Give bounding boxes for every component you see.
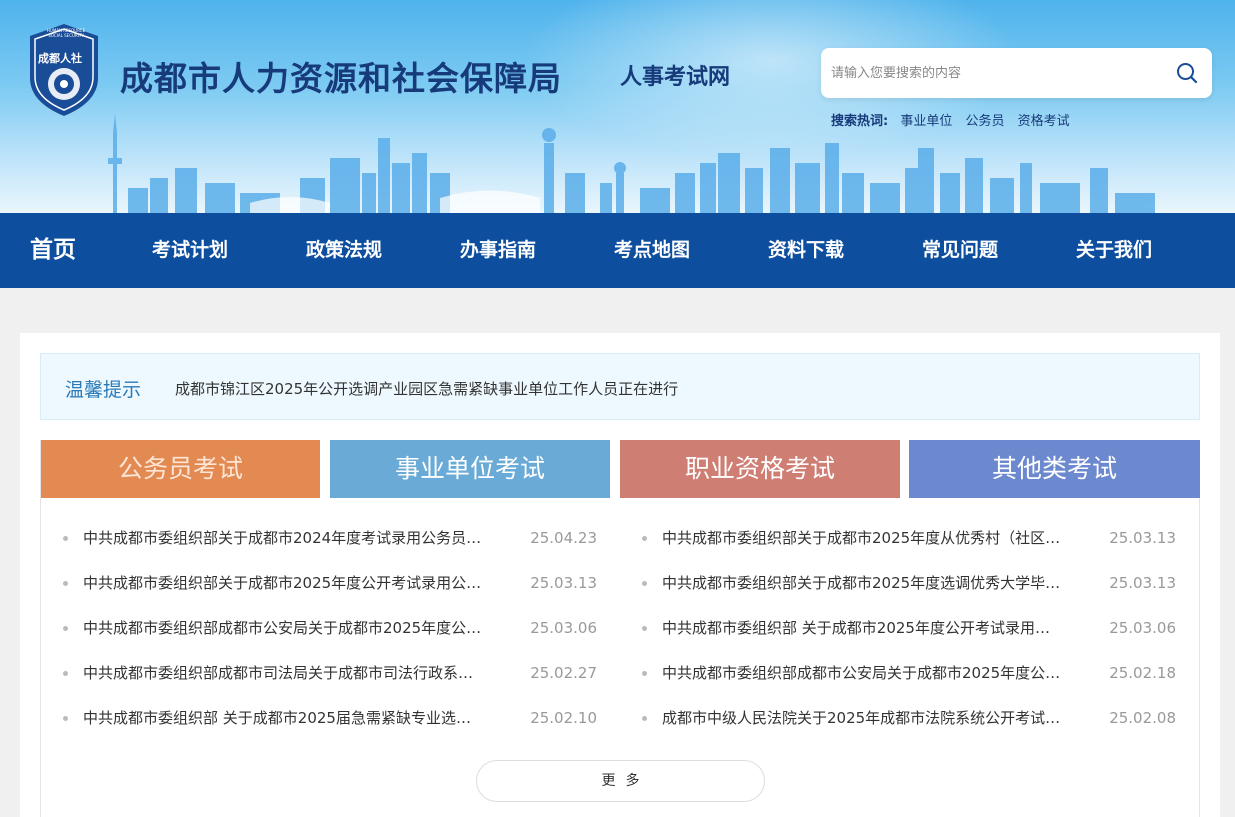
news-date: 25.03.06 [530,619,597,637]
list-item[interactable]: 中共成都市委组织部关于成都市2025年度公开考试录用公… 25.03.13 [63,561,603,606]
news-date: 25.03.13 [530,574,597,592]
bullet-icon [63,671,68,676]
news-title: 中共成都市委组织部成都市司法局关于成都市司法行政系… [83,664,474,682]
news-title: 中共成都市委组织部关于成都市2024年度考试录用公务员… [83,529,482,547]
news-title: 中共成都市委组织部关于成都市2025年度选调优秀大学毕… [662,574,1061,592]
main-nav: 首页 考试计划 政策法规 办事指南 考点地图 资料下载 常见问题 关于我们 [0,213,1235,288]
tab-civil-servant-exam[interactable]: 公务员考试 [41,440,320,498]
bullet-icon [63,626,68,631]
bullet-icon [63,581,68,586]
hotwords-label: 搜索热词: [831,114,889,129]
nav-item-about[interactable]: 关于我们 [1076,213,1152,288]
main-content-card: 温馨提示 成都市锦江区2025年公开选调产业园区急需紧缺事业单位工作人员正在进行… [20,333,1220,817]
hotword-link[interactable]: 资格考试 [1018,114,1070,129]
list-item[interactable]: 中共成都市委组织部关于成都市2024年度考试录用公务员… 25.04.23 [63,516,603,561]
news-title: 中共成都市委组织部关于成都市2025年度从优秀村（社区… [662,529,1061,547]
logo-text: 成都人社 [38,52,82,65]
nav-item-home[interactable]: 首页 [30,213,76,288]
list-item[interactable]: 中共成都市委组织部 关于成都市2025届急需紧缺专业选… 25.02.10 [63,696,603,741]
nav-item-policy[interactable]: 政策法规 [306,213,382,288]
nav-item-exam-map[interactable]: 考点地图 [614,213,690,288]
news-title: 成都市中级人民法院关于2025年成都市法院系统公开考试… [662,709,1061,727]
news-title: 中共成都市委组织部成都市公安局关于成都市2025年度公… [83,619,482,637]
site-title: 成都市人力资源和社会保障局 [120,59,562,98]
site-header: 成都人社 HUMAN RESOURCE SOCIAL SECURITY 成都市人… [0,0,1235,213]
notice-label: 温馨提示 [65,379,142,401]
bullet-icon [642,581,647,586]
news-title: 中共成都市委组织部 关于成都市2025年度公开考试录用… [662,619,1050,637]
news-title: 中共成都市委组织部成都市公安局关于成都市2025年度公… [662,664,1061,682]
exam-news-panel: 公务员考试 事业单位考试 职业资格考试 其他类考试 中共成都市委组织部关于成都市… [40,440,1200,817]
news-date: 25.04.23 [530,529,597,547]
notice-text-link[interactable]: 成都市锦江区2025年公开选调产业园区急需紧缺事业单位工作人员正在进行 [175,378,678,399]
news-title: 中共成都市委组织部 关于成都市2025届急需紧缺专业选… [83,709,471,727]
bullet-icon [642,626,647,631]
list-item[interactable]: 中共成都市委组织部关于成都市2025年度选调优秀大学毕… 25.03.13 [642,561,1182,606]
hotword-link[interactable]: 事业单位 [900,114,952,129]
news-date: 25.02.18 [1109,664,1176,682]
nav-item-exam-plan[interactable]: 考试计划 [152,213,228,288]
nav-item-guide[interactable]: 办事指南 [460,213,536,288]
news-list-left: 中共成都市委组织部关于成都市2024年度考试录用公务员… 25.04.23 中共… [63,516,603,741]
news-date: 25.03.13 [1109,574,1176,592]
hotword-link[interactable]: 公务员 [966,114,1005,129]
nav-item-faq[interactable]: 常见问题 [922,213,998,288]
search-box [821,48,1212,98]
news-date: 25.02.10 [530,709,597,727]
more-button[interactable]: 更多 [476,760,765,802]
bullet-icon [642,671,647,676]
bullet-icon [642,716,647,721]
news-date: 25.02.27 [530,664,597,682]
list-item[interactable]: 中共成都市委组织部成都市公安局关于成都市2025年度公… 25.03.06 [63,606,603,651]
list-item[interactable]: 中共成都市委组织部 关于成都市2025年度公开考试录用… 25.03.06 [642,606,1182,651]
notice-bar: 温馨提示 成都市锦江区2025年公开选调产业园区急需紧缺事业单位工作人员正在进行 [40,353,1200,420]
bullet-icon [642,536,647,541]
search-hotwords: 搜索热词: 事业单位 公务员 资格考试 [831,110,1079,129]
search-icon[interactable] [1176,62,1198,84]
tab-other-exam[interactable]: 其他类考试 [909,440,1200,498]
news-date: 25.03.13 [1109,529,1176,547]
nav-item-downloads[interactable]: 资料下载 [768,213,844,288]
news-date: 25.02.08 [1109,709,1176,727]
list-item[interactable]: 成都市中级人民法院关于2025年成都市法院系统公开考试… 25.02.08 [642,696,1182,741]
logo-ring-text: HUMAN RESOURCE SOCIAL SECURITY [46,28,86,38]
news-date: 25.03.06 [1109,619,1176,637]
news-list-right: 中共成都市委组织部关于成都市2025年度从优秀村（社区… 25.03.13 中共… [642,516,1182,741]
news-title: 中共成都市委组织部关于成都市2025年度公开考试录用公… [83,574,482,592]
bullet-icon [63,536,68,541]
list-item[interactable]: 中共成都市委组织部成都市司法局关于成都市司法行政系… 25.02.27 [63,651,603,696]
site-subtitle: 人事考试网 [620,65,731,90]
tab-public-institution-exam[interactable]: 事业单位考试 [330,440,610,498]
list-item[interactable]: 中共成都市委组织部关于成都市2025年度从优秀村（社区… 25.03.13 [642,516,1182,561]
bullet-icon [63,716,68,721]
tab-qualification-exam[interactable]: 职业资格考试 [620,440,900,498]
list-item[interactable]: 中共成都市委组织部成都市公安局关于成都市2025年度公… 25.02.18 [642,651,1182,696]
search-input[interactable] [831,60,1161,86]
